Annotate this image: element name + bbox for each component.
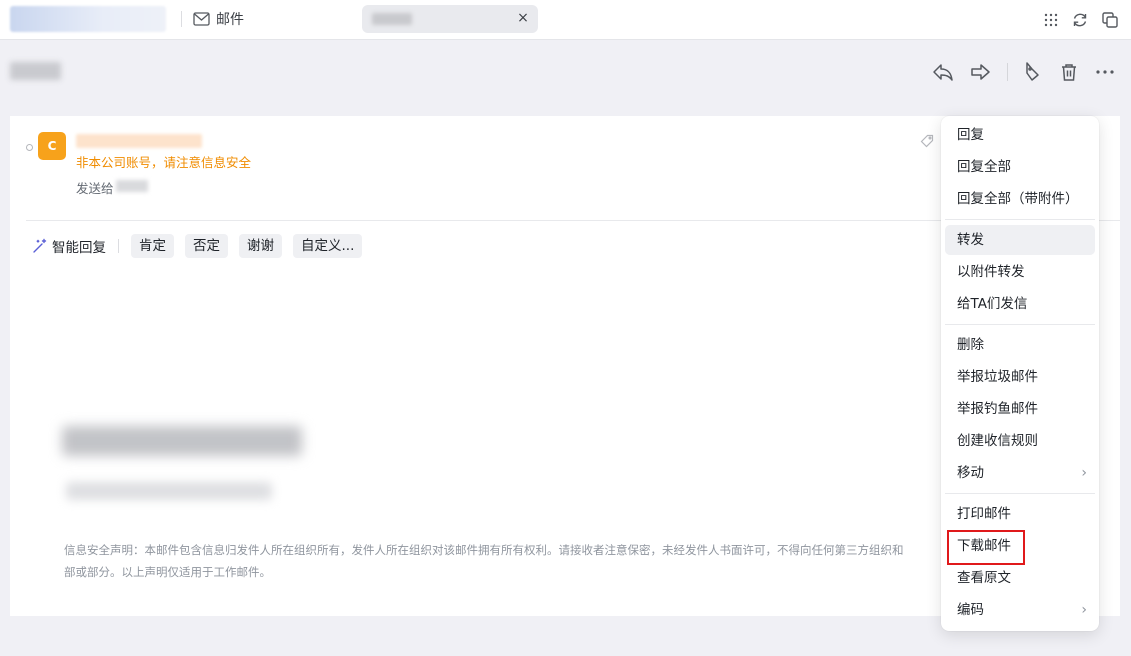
smart-reply-chip-custom[interactable]: 自定义... [293,234,363,258]
chevron-right-icon: › [1081,465,1087,481]
menu-item-label: 回复全部 [957,159,1011,175]
menu-item-label: 创建收信规则 [957,433,1038,449]
mail-subject [10,62,61,80]
menu-item-create-rule[interactable]: 创建收信规则 [945,426,1095,456]
menu-item-label: 编码 [957,602,984,618]
menu-item-label: 举报钓鱼邮件 [957,401,1038,417]
delete-icon[interactable] [1058,61,1080,83]
menu-item-print[interactable]: 打印邮件 [945,499,1095,529]
smart-reply-chip-yes[interactable]: 肯定 [131,234,174,258]
tag-icon[interactable] [1021,61,1043,83]
open-window-icon[interactable] [1101,11,1119,29]
smart-reply-chip-thanks[interactable]: 谢谢 [239,234,282,258]
tab-current-mail[interactable]: × [362,5,538,33]
apps-grid-icon[interactable] [1042,11,1060,29]
menu-item-label: 回复 [957,127,984,143]
smart-reply-label: 智能回复 [52,240,106,256]
external-warning: 非本公司账号，请注意信息安全 [76,155,252,170]
menu-item-label: 给TA们发信 [957,296,1028,312]
smart-reply-bar: 智能回复 肯定 否定 谢谢 自定义... [32,234,369,258]
menu-item-label: 转发 [957,232,984,248]
tab-close-button[interactable]: × [516,11,530,25]
forward-icon[interactable] [969,61,991,83]
menu-divider [945,219,1095,220]
menu-item-move[interactable]: 移动 › [945,458,1095,488]
menu-item-forward-as-attachment[interactable]: 以附件转发 [945,257,1095,287]
tab-title [372,13,412,25]
magic-wand-icon [33,238,47,253]
more-icon[interactable] [1094,61,1116,83]
read-status-dot[interactable] [26,144,33,151]
menu-item-label: 查看原文 [957,570,1011,586]
sender-name[interactable] [76,134,202,148]
menu-item-report-spam[interactable]: 举报垃圾邮件 [945,362,1095,392]
avatar[interactable]: C [38,132,66,160]
menu-item-encoding[interactable]: 编码 › [945,595,1095,625]
menu-item-label: 移动 [957,465,984,481]
refresh-icon[interactable] [1071,11,1089,29]
top-bar: 邮件 × [0,0,1131,40]
menu-item-reply-all-with-attachments[interactable]: 回复全部（带附件） [945,184,1095,214]
mail-body-text [66,482,272,500]
recipient-label: 发送给 [76,181,114,196]
menu-item-label: 打印邮件 [957,506,1011,522]
menu-item-delete[interactable]: 删除 [945,330,1095,360]
disclaimer-line: 信息安全声明：本邮件包含信息归发件人所在组织所有，发件人所在组织对该邮件拥有所有… [64,543,904,557]
menu-item-label: 举报垃圾邮件 [957,369,1038,385]
recipient-name[interactable] [116,180,148,192]
menu-item-view-source[interactable]: 查看原文 [945,563,1095,593]
menu-item-report-phishing[interactable]: 举报钓鱼邮件 [945,394,1095,424]
mail-body-text [62,426,302,456]
menu-item-send-to-them[interactable]: 给TA们发信 [945,289,1095,319]
menu-item-label: 回复全部（带附件） [957,191,1079,207]
menu-item-forward[interactable]: 转发 [945,225,1095,255]
menu-item-label: 以附件转发 [957,264,1025,280]
app-logo[interactable] [10,6,166,32]
menu-item-reply-all[interactable]: 回复全部 [945,152,1095,182]
mail-icon [193,12,210,26]
security-disclaimer: 信息安全声明：本邮件包含信息归发件人所在组织所有，发件人所在组织对该邮件拥有所有… [64,539,944,583]
menu-item-reply[interactable]: 回复 [945,120,1095,150]
tab-mail[interactable]: 邮件 [193,9,244,29]
label-tag-icon[interactable] [920,134,934,148]
smart-reply-divider [118,239,119,253]
tab-mail-label: 邮件 [216,12,244,28]
toolbar-divider [1007,63,1008,81]
disclaimer-line: 部或部分。以上声明仅适用于工作邮件。 [64,565,271,579]
top-divider [181,11,182,27]
reply-icon[interactable] [932,61,954,83]
chevron-right-icon: › [1081,602,1087,618]
menu-divider [945,324,1095,325]
menu-divider [945,493,1095,494]
menu-item-label: 删除 [957,337,984,353]
highlight-box [947,530,1025,565]
smart-reply-chip-no[interactable]: 否定 [185,234,228,258]
